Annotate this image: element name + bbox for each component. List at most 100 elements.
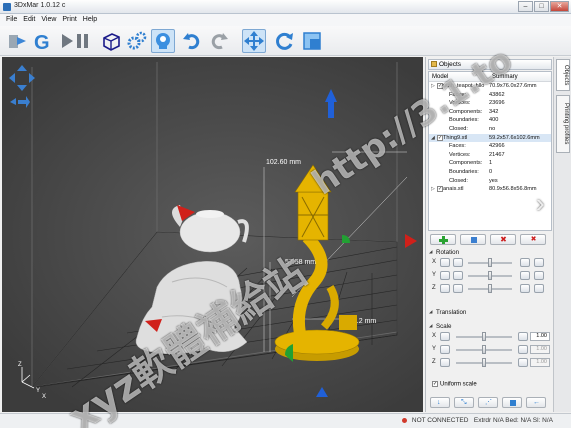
scale-decrease-button[interactable] [440, 358, 450, 367]
gcode-button[interactable]: G [31, 29, 55, 53]
object-tree-item[interactable]: ▷ ✓ utah_teapot_hllo 70.9x76.0x27.6mm [429, 82, 551, 91]
menu-view[interactable]: View [41, 14, 56, 26]
rotation-slider-thumb[interactable] [488, 271, 492, 280]
scale-value-input[interactable]: 1.00 [530, 358, 550, 367]
scale-decrease-button[interactable] [440, 345, 450, 354]
scale-button[interactable] [300, 29, 324, 53]
tree-value: 21467 [489, 151, 505, 158]
extruder-status: Extrdr N/A Bed: N/A Sl: N/A [473, 417, 553, 424]
close-button[interactable]: ✕ [550, 1, 569, 12]
expand-arrow-icon[interactable]: ▷ [431, 185, 435, 194]
chevron-right-icon[interactable]: › [536, 188, 545, 219]
rotate-cw-90-button[interactable] [534, 258, 544, 267]
menu-file[interactable]: File [6, 14, 17, 26]
back-button[interactable]: ← [526, 397, 546, 408]
scale-increase-button[interactable] [518, 332, 528, 341]
object-tree-property: Components: 342 [429, 108, 551, 117]
maximize-button[interactable]: □ [534, 1, 549, 12]
copy-icon [471, 237, 477, 243]
scale-value-input[interactable]: 1.00 [530, 345, 550, 354]
uniform-scale-checkbox[interactable]: ✓ [432, 381, 438, 387]
rotate-ccw-90-button[interactable] [440, 258, 450, 267]
navigation-gizmo[interactable] [9, 65, 35, 108]
rotation-slider-thumb[interactable] [488, 258, 492, 267]
load-button[interactable] [6, 29, 30, 53]
scale-slider-thumb[interactable] [482, 332, 486, 341]
scale-value-input[interactable]: 1.00 [530, 332, 550, 341]
tree-key: Components: [449, 160, 483, 167]
rotation-title[interactable]: Rotation [428, 249, 552, 256]
rotate-ccw-button[interactable] [453, 258, 463, 267]
scale-increase-button[interactable] [518, 358, 528, 367]
autoplace-icon: ⋰ [485, 399, 492, 406]
move-button[interactable] [242, 29, 266, 53]
translation-section: Translation [428, 309, 552, 316]
run-pause-button[interactable] [58, 29, 94, 53]
rotate-cw-button[interactable] [520, 258, 530, 267]
copy-object-button[interactable] [460, 234, 486, 245]
scene-canvas[interactable]: Z Y X 102.60 mm 57.58 mm 59.2 mm [2, 57, 423, 412]
scale-decrease-button[interactable] [440, 332, 450, 341]
expand-arrow-icon[interactable]: ◢ [431, 134, 435, 143]
undo-button[interactable] [180, 29, 204, 53]
scale-increase-button[interactable] [518, 345, 528, 354]
menu-edit[interactable]: Edit [23, 14, 35, 26]
scale-slider-thumb[interactable] [482, 358, 486, 367]
tree-value: 42966 [489, 143, 505, 150]
object-tree-item[interactable]: ▷ ✓ anais.stl 80.9x56.8x56.8mm [429, 185, 551, 194]
menu-print[interactable]: Print [62, 14, 76, 26]
object-actions: ✖ ✖ [430, 234, 550, 246]
translation-title[interactable]: Translation [428, 309, 552, 316]
minimize-button[interactable]: – [518, 1, 533, 12]
uniform-scale-option[interactable]: ✓ Uniform scale [432, 381, 477, 388]
connection-status-icon [402, 417, 408, 423]
rotation-axis-label: X [432, 259, 437, 265]
tree-key: Faces: [449, 91, 466, 98]
status-bar: NOT CONNECTED Extrdr N/A Bed: N/A Sl: N/… [0, 413, 571, 428]
remove-all-icon: ✖ [530, 236, 537, 243]
load-icon [9, 35, 26, 48]
rotation-slider-thumb[interactable] [488, 284, 492, 293]
drop-to-bed-button[interactable]: ↓ [430, 397, 450, 408]
redo-button[interactable] [207, 29, 231, 53]
object-tree[interactable]: Model Summary ▷ ✓ utah_teapot_hllo 70.9x76.… [428, 71, 552, 231]
svg-text:G: G [34, 32, 50, 52]
statue-model[interactable] [135, 261, 248, 355]
side-tab-strip: Objects Printing profiles [553, 57, 571, 412]
settings-button[interactable] [125, 29, 149, 53]
menu-help[interactable]: Help [83, 14, 97, 26]
add-object-button[interactable] [430, 234, 456, 245]
view-box-button[interactable] [99, 29, 123, 53]
expand-arrow-icon[interactable]: ▷ [431, 82, 435, 91]
rotate-cw-90-button[interactable] [534, 284, 544, 293]
col-model: Model [432, 74, 449, 80]
object-tree-property: Vertices: 21467 [429, 151, 551, 160]
tab-objects[interactable]: Objects [556, 59, 570, 91]
tab-printing-profiles[interactable]: Printing profiles [556, 95, 570, 153]
3d-viewport[interactable]: Z Y X 102.60 mm 57.58 mm 59.2 mm [2, 57, 423, 412]
rotate-button[interactable] [272, 29, 296, 53]
tree-key: Boundaries: [449, 117, 479, 124]
rotate-cw-90-button[interactable] [534, 271, 544, 280]
rotate-ccw-90-button[interactable] [440, 271, 450, 280]
object-tree-property: Components: 1 [429, 159, 551, 168]
dimension-depth-label: 57.58 mm [285, 259, 316, 266]
center-button[interactable]: ⤡ [454, 397, 474, 408]
rotate-ccw-button[interactable] [453, 271, 463, 280]
remove-all-button[interactable]: ✖ [520, 234, 546, 245]
rotate-ccw-90-button[interactable] [440, 284, 450, 293]
head-button[interactable] [151, 29, 175, 53]
delete-object-button[interactable]: ✖ [490, 234, 516, 245]
scale-title[interactable]: Scale [428, 323, 552, 330]
rotate-cw-button[interactable] [520, 271, 530, 280]
rotate-cw-button[interactable] [520, 284, 530, 293]
teapot-model[interactable] [172, 205, 249, 253]
rotation-axis-label: Z [432, 285, 436, 291]
autoplace-button[interactable]: ⋰ [478, 397, 498, 408]
tree-value: 0 [489, 168, 493, 175]
move-icon [244, 31, 264, 51]
mirror-button[interactable] [502, 397, 522, 408]
object-tree-item[interactable]: ◢ ✓ Thing9.stl 59.2x57.6x102.6mm [429, 133, 551, 143]
scale-slider-thumb[interactable] [482, 345, 486, 354]
rotate-ccw-button[interactable] [453, 284, 463, 293]
